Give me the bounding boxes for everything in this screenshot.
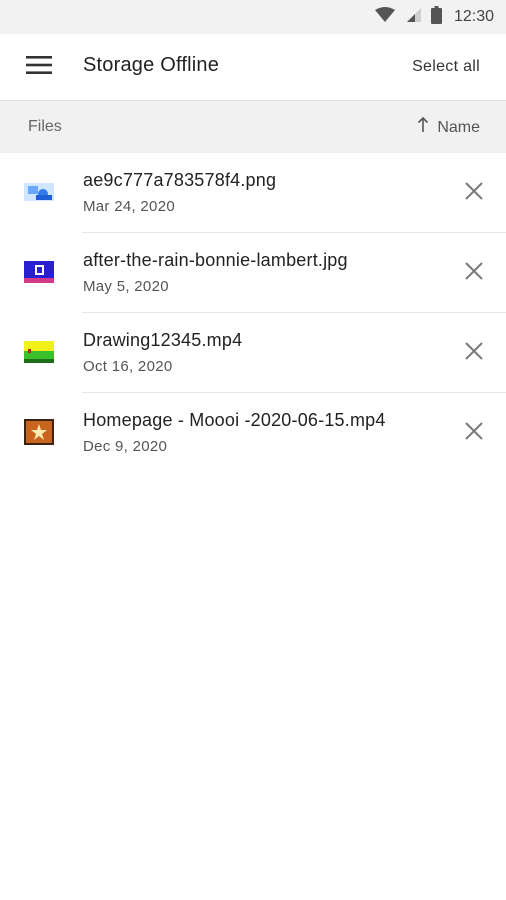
remove-file-button[interactable] — [462, 261, 486, 285]
close-icon — [465, 261, 483, 285]
wifi-icon — [374, 6, 395, 28]
remove-file-button[interactable] — [462, 181, 486, 205]
arrow-up-icon — [417, 116, 429, 138]
file-name: after-the-rain-bonnie-lambert.jpg — [83, 250, 348, 270]
list-item[interactable]: Homepage - Moooi -2020-06-15.mp4 Dec 9, … — [0, 393, 506, 473]
sort-by-name-button[interactable]: Name — [417, 116, 480, 138]
status-icons: 12:30 — [374, 0, 494, 34]
file-name: Drawing12345.mp4 — [83, 330, 243, 350]
list-item[interactable]: after-the-rain-bonnie-lambert.jpg May 5,… — [0, 233, 506, 313]
list-header: Files Name — [0, 101, 506, 153]
app-bar: Storage Offline Select all — [0, 34, 506, 101]
sort-label: Name — [437, 118, 480, 136]
menu-button[interactable] — [24, 54, 54, 80]
remove-file-button[interactable] — [462, 341, 486, 365]
close-icon — [465, 181, 483, 205]
file-date: Mar 24, 2020 — [83, 198, 175, 215]
file-list: ae9c777a783578f4.png Mar 24, 2020 after-… — [0, 153, 506, 473]
page-title: Storage Offline — [83, 54, 220, 76]
hamburger-menu-icon — [26, 55, 52, 80]
file-date: Dec 9, 2020 — [83, 438, 168, 455]
battery-icon — [430, 5, 442, 29]
select-all-button[interactable]: Select all — [412, 58, 480, 76]
file-thumbnail — [24, 259, 54, 285]
files-section-label: Files — [28, 118, 62, 135]
file-name: ae9c777a783578f4.png — [83, 170, 277, 190]
close-icon — [465, 421, 483, 445]
list-item[interactable]: ae9c777a783578f4.png Mar 24, 2020 — [0, 153, 506, 233]
status-bar: 12:30 — [0, 0, 506, 34]
file-thumbnail — [24, 339, 54, 365]
file-thumbnail — [24, 179, 54, 205]
file-name: Homepage - Moooi -2020-06-15.mp4 — [83, 410, 386, 430]
file-date: May 5, 2020 — [83, 278, 169, 295]
cell-signal-icon — [405, 7, 421, 28]
status-time: 12:30 — [453, 8, 494, 25]
file-thumbnail — [24, 419, 54, 445]
file-date: Oct 16, 2020 — [83, 358, 173, 375]
close-icon — [465, 341, 483, 365]
list-item[interactable]: Drawing12345.mp4 Oct 16, 2020 — [0, 313, 506, 393]
remove-file-button[interactable] — [462, 421, 486, 445]
